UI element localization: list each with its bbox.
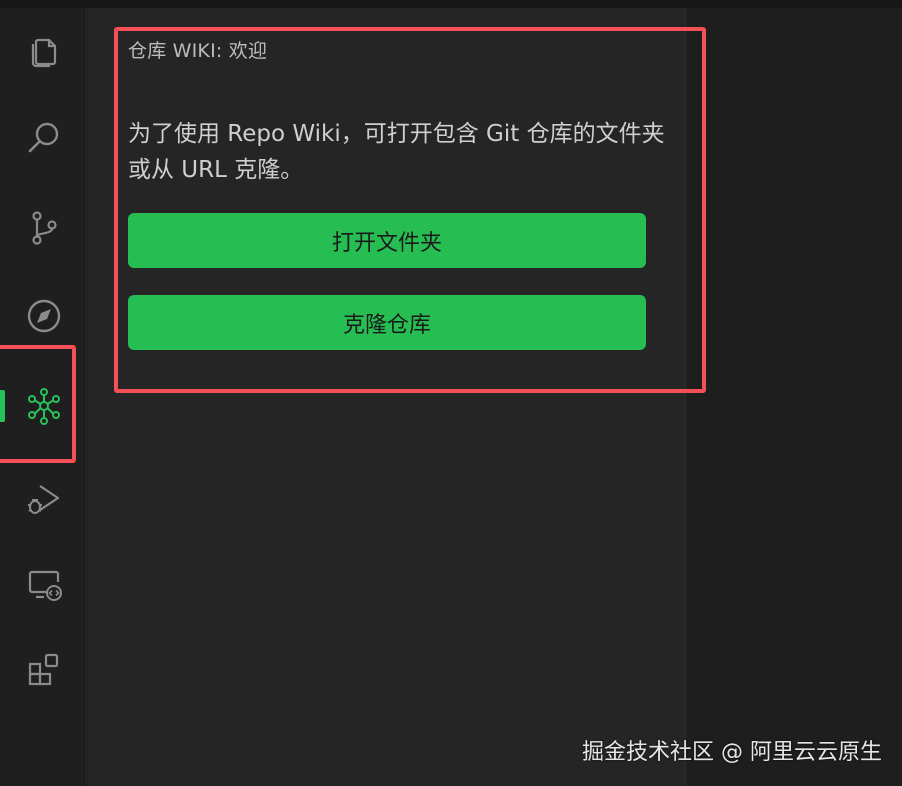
activity-run-debug[interactable] <box>0 468 87 528</box>
extensions-icon <box>28 653 58 686</box>
activity-search[interactable] <box>0 108 87 168</box>
title-strip <box>0 0 902 8</box>
editor-area <box>687 8 902 786</box>
ide-window: 仓库 WIKI: 欢迎 为了使用 Repo Wiki，可打开包含 Git 仓库的… <box>0 0 902 786</box>
activity-explore[interactable] <box>0 286 87 346</box>
source-control-icon <box>31 211 57 245</box>
compass-icon <box>27 299 60 333</box>
files-icon <box>31 38 56 68</box>
activity-bar <box>0 8 87 786</box>
clone-repo-button[interactable]: 克隆仓库 <box>128 295 646 350</box>
activity-source-control[interactable] <box>0 198 87 258</box>
welcome-description: 为了使用 Repo Wiki，可打开包含 Git 仓库的文件夹或从 URL 克隆… <box>128 121 665 183</box>
repo-wiki-icon <box>27 388 60 425</box>
activity-repo-wiki[interactable] <box>0 376 87 436</box>
open-folder-button[interactable]: 打开文件夹 <box>128 213 646 268</box>
watermark: 掘金技术社区 @ 阿里云云原生 <box>582 740 882 765</box>
activity-remote[interactable] <box>0 554 87 614</box>
activity-explorer[interactable] <box>0 20 87 80</box>
activity-extensions[interactable] <box>0 640 87 700</box>
panel-title: 仓库 WIKI: 欢迎 <box>128 40 268 62</box>
search-icon <box>28 122 58 153</box>
run-debug-icon <box>27 485 59 514</box>
remote-explorer-icon <box>28 570 62 601</box>
